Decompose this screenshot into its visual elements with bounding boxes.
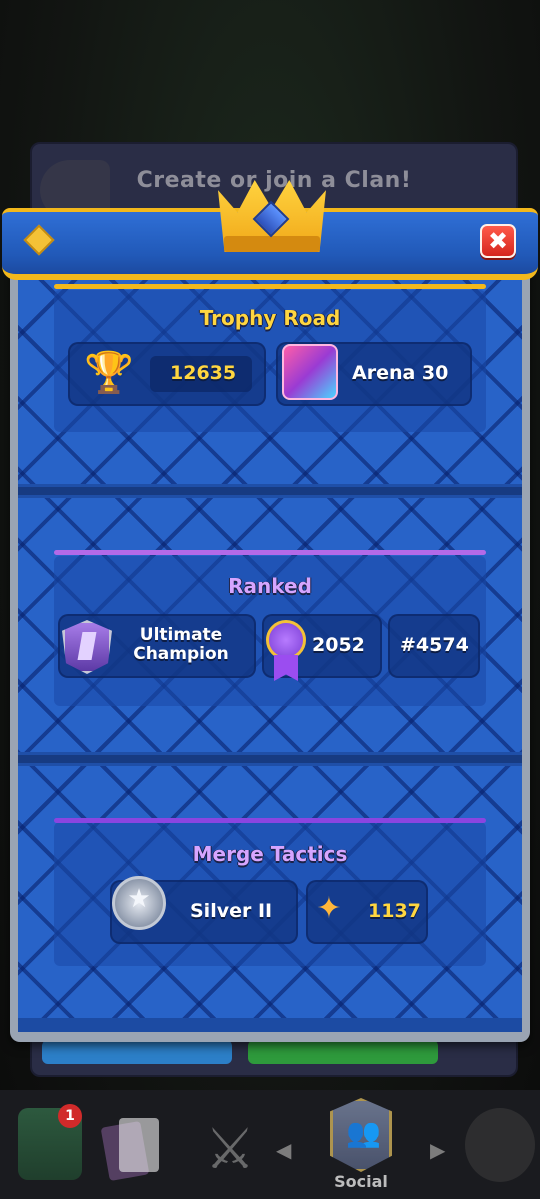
merge-rating: 1137 xyxy=(368,900,421,922)
star-sparkle-icon: ✦ xyxy=(316,891,342,926)
section-divider xyxy=(18,484,522,498)
bg-tab-blue xyxy=(42,1040,232,1064)
trophy-icon: 🏆 xyxy=(84,350,134,396)
notification-badge: 1 xyxy=(58,1104,82,1128)
nav-cards-button[interactable] xyxy=(100,1118,167,1182)
nav-social-label: Social xyxy=(334,1172,388,1191)
ranked-title: Ranked xyxy=(228,574,312,598)
ranked-medal-icon xyxy=(266,620,306,660)
people-icon: 👥 xyxy=(346,1116,381,1149)
trophy-count: 12635 xyxy=(170,362,237,384)
ranked-rating: 2052 xyxy=(312,634,365,656)
bg-tab-green xyxy=(248,1040,438,1064)
nav-battle-button[interactable]: ⚔ xyxy=(195,1115,265,1185)
nav-clan-button[interactable] xyxy=(465,1108,535,1182)
merge-tactics-accent-line xyxy=(54,818,486,823)
modal-bottom-strip xyxy=(18,1018,522,1032)
chevron-right-icon[interactable]: ▶ xyxy=(430,1138,445,1162)
star-icon: ★ xyxy=(127,884,151,914)
close-button[interactable]: ✖ xyxy=(480,224,516,258)
merge-league-name: Silver II xyxy=(190,900,273,922)
merge-tactics-title: Merge Tactics xyxy=(192,842,348,866)
clan-panel-title: Create or join a Clan! xyxy=(136,168,412,193)
ranked-league-name: Ultimate Champion xyxy=(133,625,229,664)
ranked-position: #4574 xyxy=(400,634,469,656)
ranked-accent-line xyxy=(54,550,486,555)
arena-chest-icon xyxy=(282,344,338,400)
section-divider xyxy=(18,752,522,766)
arena-name: Arena 30 xyxy=(352,362,449,384)
crown-base xyxy=(224,236,320,252)
card-icon xyxy=(119,1118,159,1172)
trophy-road-title: Trophy Road xyxy=(199,306,341,330)
trophy-road-accent-line xyxy=(54,284,486,289)
chevron-left-icon[interactable]: ◀ xyxy=(276,1138,291,1162)
